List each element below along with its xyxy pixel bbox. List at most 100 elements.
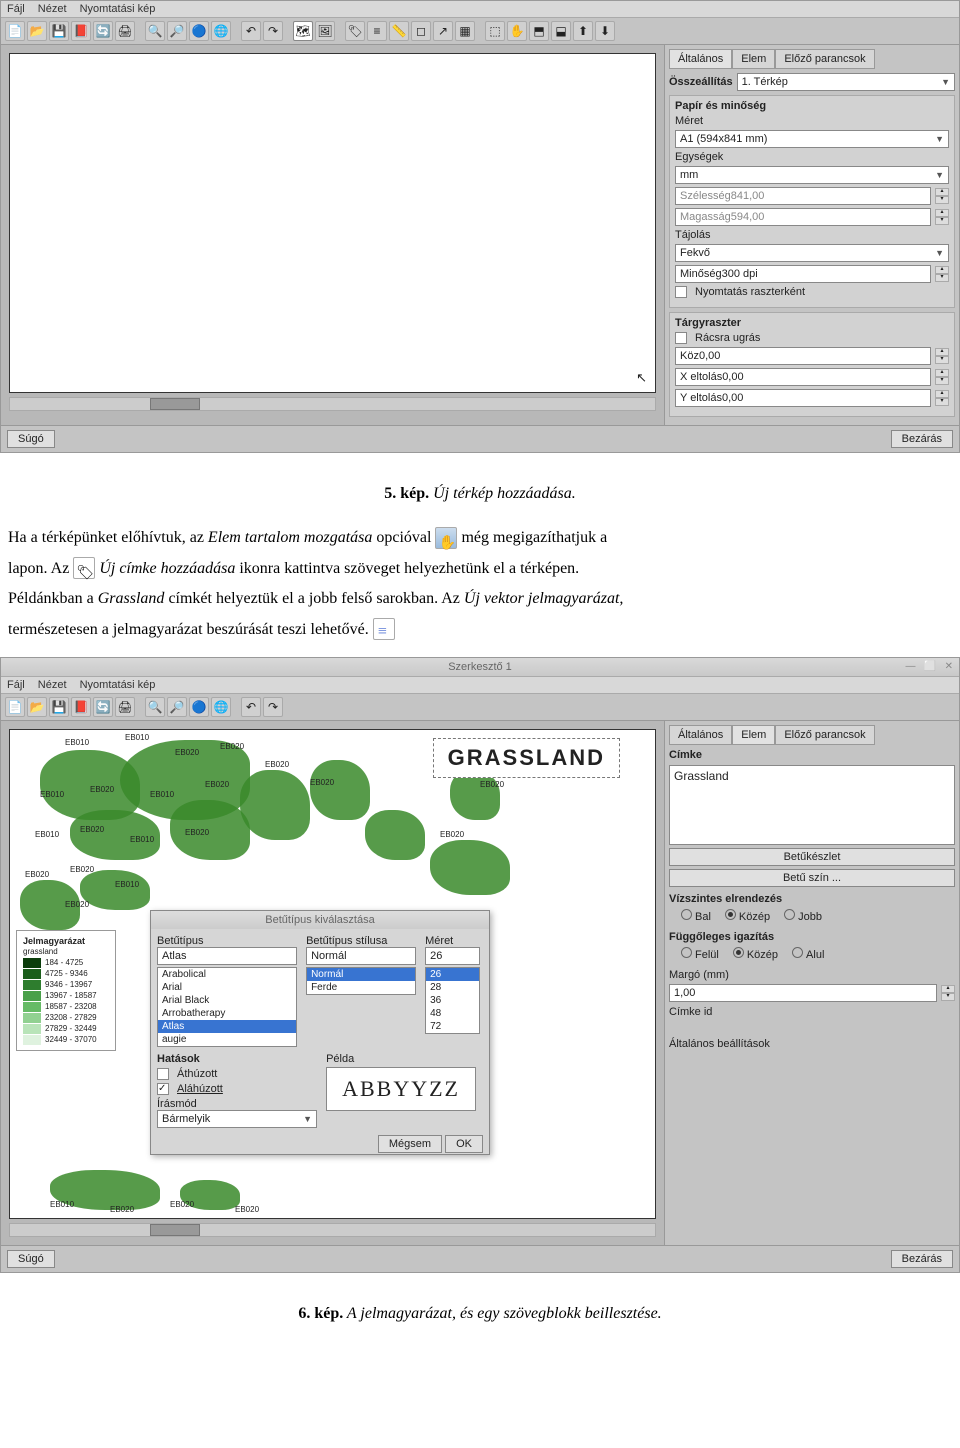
arrow-icon[interactable]: ↗ [433,21,453,41]
close-button-2[interactable]: Bezárás [891,1250,953,1268]
menu-view[interactable]: Nézet [38,3,67,15]
open-icon[interactable]: 📂 [27,697,47,717]
font-button[interactable]: Betűkészlet [669,848,955,866]
tab-general[interactable]: Általános [669,49,732,69]
earth-icon[interactable]: 🌐 [211,21,231,41]
menu-view-2[interactable]: Nézet [38,679,67,691]
tab-prev[interactable]: Előző parancsok [775,49,874,69]
tab-prev-2[interactable]: Előző parancsok [775,725,874,745]
units-select[interactable]: mm▼ [675,166,949,184]
raster-checkbox[interactable] [675,286,687,298]
undo-icon[interactable]: ↶ [241,697,261,717]
halign-left-radio[interactable] [681,909,692,920]
scrollbar-horizontal-2[interactable] [9,1223,656,1237]
image-icon[interactable]: 🖼 [315,21,335,41]
refresh-icon[interactable]: 🔄 [93,697,113,717]
move-content-icon[interactable]: ✋ [507,21,527,41]
menu-print[interactable]: Nyomtatási kép [80,3,156,15]
menubar: Fájl Nézet Nyomtatási kép [1,1,959,18]
color-button[interactable]: Betű szín ... [669,869,955,887]
shape-icon[interactable]: ◻ [411,21,431,41]
xoff-field[interactable]: X eltolás0,00 [675,368,931,386]
under-checkbox[interactable] [157,1083,169,1095]
save-icon[interactable]: 💾 [49,21,69,41]
size-listbox[interactable]: 2628364872 [425,967,480,1034]
zoom-all-icon[interactable]: 🔵 [189,697,209,717]
compose-select[interactable]: 1. Térkép▼ [737,73,955,91]
label-icon[interactable]: 🏷 [345,21,365,41]
font-listbox[interactable]: ArabolicalArialArial BlackArrobatherapyA… [157,967,297,1047]
zoom-in-icon[interactable]: 🔍 [145,697,165,717]
zoom-out-icon[interactable]: 🔎 [167,697,187,717]
ok-button[interactable]: OK [445,1135,483,1153]
pdf-icon[interactable]: 📕 [71,21,91,41]
undo-icon[interactable]: ↶ [241,21,261,41]
select-icon[interactable]: ⬚ [485,21,505,41]
menu-print-2[interactable]: Nyomtatási kép [80,679,156,691]
tab-general-2[interactable]: Általános [669,725,732,745]
strike-checkbox[interactable] [157,1068,169,1080]
margin-field[interactable]: 1,00 [669,984,937,1002]
valign-bottom-radio[interactable] [792,947,803,958]
window-buttons[interactable]: — ⬜ ✕ [906,661,954,672]
canvas[interactable]: ↖ [9,53,656,393]
save-icon[interactable]: 💾 [49,697,69,717]
size-input[interactable]: 26 [425,947,480,965]
halign-center-radio[interactable] [725,909,736,920]
valign-center-radio[interactable] [733,947,744,958]
ungroup-icon[interactable]: ⬓ [551,21,571,41]
close-button[interactable]: Bezárás [891,430,953,448]
help-button-2[interactable]: Súgó [7,1250,55,1268]
add-map-icon[interactable]: 🗺 [293,21,313,41]
halign-right-radio[interactable] [784,909,795,920]
open-icon[interactable]: 📂 [27,21,47,41]
redo-icon[interactable]: ↷ [263,697,283,717]
script-select[interactable]: Bármelyik▼ [157,1110,317,1128]
pdf-icon[interactable]: 📕 [71,697,91,717]
refresh-icon[interactable]: 🔄 [93,21,113,41]
menu-file-2[interactable]: Fájl [7,679,25,691]
scalebar-icon[interactable]: 📏 [389,21,409,41]
lower-icon[interactable]: ⬇ [595,21,615,41]
tab-elem[interactable]: Elem [732,49,775,69]
size-select[interactable]: A1 (594x841 mm)▼ [675,130,949,148]
scrollbar-horizontal[interactable] [9,397,656,411]
grassland-label[interactable]: GRASSLAND [433,738,620,778]
valign-top-radio[interactable] [681,947,692,958]
cancel-button[interactable]: Mégsem [378,1135,442,1153]
map-canvas[interactable]: EB010 EB010 EB020 EB020 EB010 EB020 EB01… [9,729,656,1219]
zoom-in-icon[interactable]: 🔍 [145,21,165,41]
height-field[interactable]: Magasság594,00 [675,208,931,226]
new-icon[interactable]: 📄 [5,21,25,41]
legend-inline-icon [373,618,395,640]
table-icon[interactable]: ▦ [455,21,475,41]
zoom-out-icon[interactable]: 🔎 [167,21,187,41]
snap-checkbox[interactable] [675,332,687,344]
legend-box[interactable]: Jelmagyarázat grassland 184 - 47254725 -… [16,930,116,1051]
raise-icon[interactable]: ⬆ [573,21,593,41]
label-textarea[interactable]: Grassland [669,765,955,845]
screenshot-editor: Szerkesztő 1 — ⬜ ✕ Fájl Nézet Nyomtatási… [0,657,960,1273]
orient-select[interactable]: Fekvő▼ [675,244,949,262]
quality-field[interactable]: Minőség300 dpi [675,265,931,283]
new-icon[interactable]: 📄 [5,697,25,717]
group-icon[interactable]: ⬒ [529,21,549,41]
style-input[interactable]: Normál [306,947,416,965]
redo-icon[interactable]: ↷ [263,21,283,41]
valign-label: Függőleges igazítás [669,931,955,943]
yoff-field[interactable]: Y eltolás0,00 [675,389,931,407]
print-icon[interactable]: 🖨 [115,21,135,41]
print-icon[interactable]: 🖨 [115,697,135,717]
map-label: EB020 [70,865,94,874]
font-input[interactable]: Atlas [157,947,297,965]
help-button[interactable]: Súgó [7,430,55,448]
tab-elem-2[interactable]: Elem [732,725,775,745]
menu-file[interactable]: Fájl [7,3,25,15]
zoom-all-icon[interactable]: 🔵 [189,21,209,41]
width-field[interactable]: Szélesség841,00 [675,187,931,205]
script-label: Írásmód [157,1098,317,1110]
legend-icon[interactable]: ≡ [367,21,387,41]
spacing-field[interactable]: Köz0,00 [675,347,931,365]
style-listbox[interactable]: NormálFerde [306,967,416,995]
earth-icon[interactable]: 🌐 [211,697,231,717]
